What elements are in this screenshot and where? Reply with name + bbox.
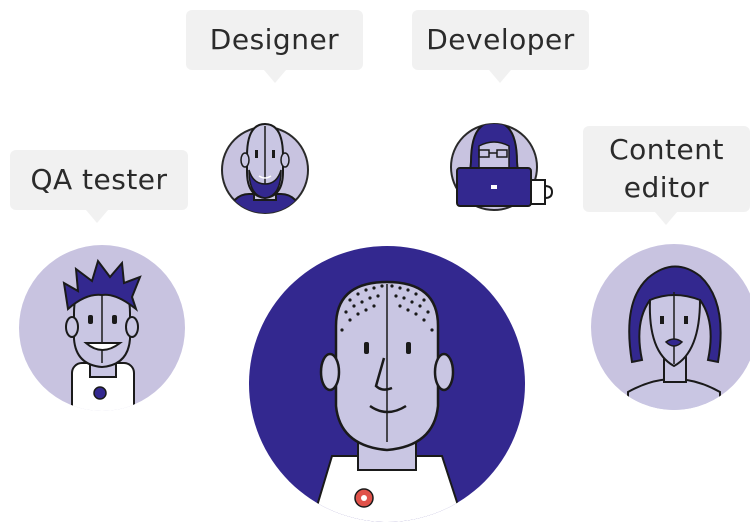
designer-label: Designer <box>209 23 340 56</box>
designer-avatar <box>221 122 309 214</box>
main-user-avatar <box>249 246 525 522</box>
qa-tester-avatar <box>19 245 185 411</box>
content-editor-label-bubble: Content editor <box>583 126 750 225</box>
content-editor-label-line1: Content <box>609 133 724 166</box>
developer-label: Developer <box>426 23 575 56</box>
content-editor-avatar <box>591 244 750 410</box>
developer-avatar <box>450 123 553 211</box>
developer-label-bubble: Developer <box>412 10 589 83</box>
designer-label-bubble: Designer <box>186 10 363 83</box>
content-editor-label-line2: editor <box>623 171 710 204</box>
qa-tester-label: QA tester <box>30 163 168 196</box>
qa-tester-label-bubble: QA tester <box>10 150 188 223</box>
